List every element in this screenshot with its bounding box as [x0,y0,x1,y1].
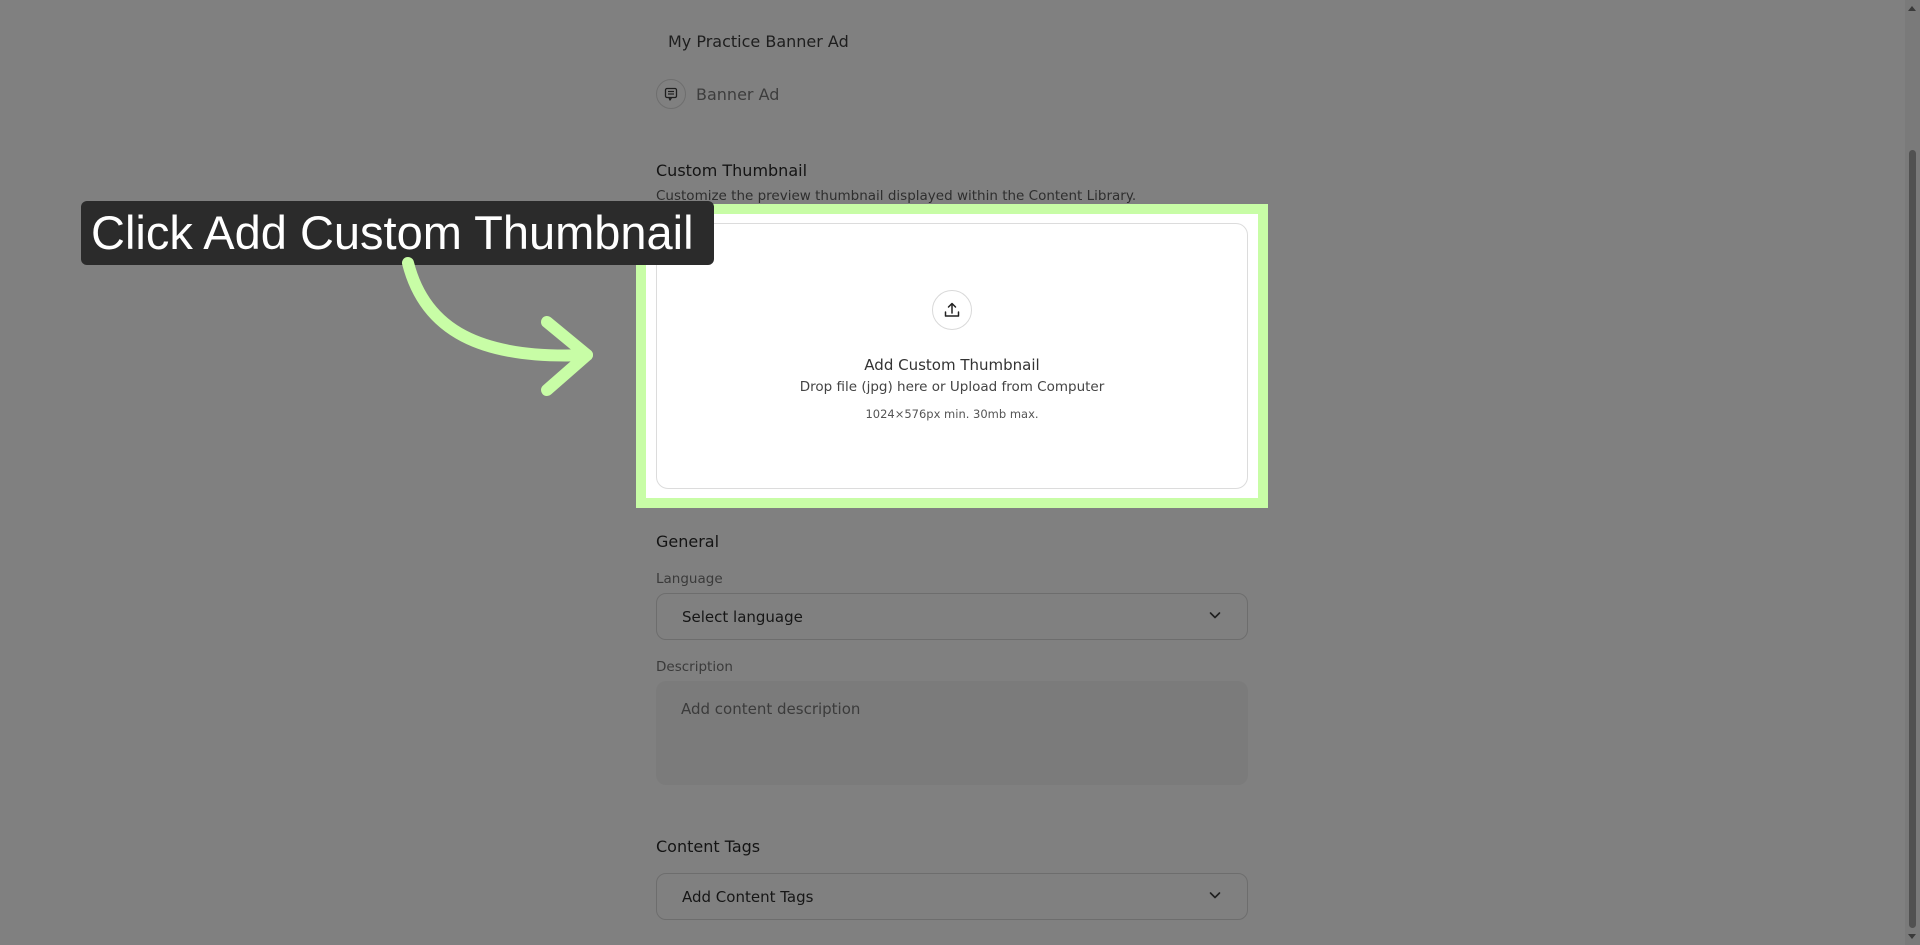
page: My Practice Banner Ad Banner Ad Custom T… [0,0,1920,945]
custom-thumbnail-heading: Custom Thumbnail [656,161,808,180]
dropzone-subtitle: Drop file (jpg) here or Upload from Comp… [799,379,1105,395]
description-label: Description [656,659,733,675]
content-tags-heading: Content Tags [656,837,761,856]
scrollbar-thumb[interactable] [1909,150,1916,928]
content-type-label: Banner Ad [696,84,780,104]
content-type: Banner Ad [656,79,779,109]
content-tags-select-value: Add Content Tags [682,887,814,906]
banner-ad-icon [656,79,686,109]
content-tags-select[interactable]: Add Content Tags [656,873,1248,920]
general-heading: General [656,532,720,551]
vertical-scrollbar[interactable] [1905,0,1920,945]
language-select[interactable]: Select language [656,593,1248,640]
description-input[interactable] [656,681,1248,785]
upload-icon[interactable] [932,290,972,330]
chevron-down-icon [1207,887,1223,907]
content-title: My Practice Banner Ad [668,32,849,51]
custom-thumbnail-description: Customize the preview thumbnail displaye… [656,188,1137,204]
dropzone-hint: 1024×576px min. 30mb max. [865,407,1039,421]
custom-thumbnail-dropzone[interactable]: Add Custom Thumbnail Drop file (jpg) her… [656,223,1248,489]
tutorial-arrow-icon [402,257,593,396]
scroll-up-icon[interactable] [1908,6,1916,11]
language-select-value: Select language [682,607,803,626]
scroll-down-icon[interactable] [1908,934,1916,939]
dropzone-title: Add Custom Thumbnail [864,356,1040,374]
language-label: Language [656,571,723,587]
chevron-down-icon [1207,607,1223,627]
